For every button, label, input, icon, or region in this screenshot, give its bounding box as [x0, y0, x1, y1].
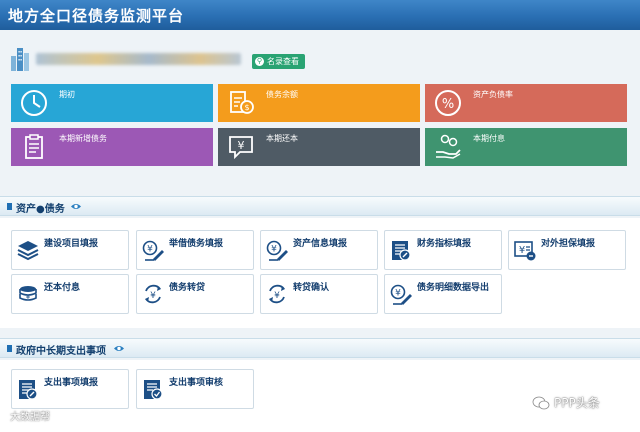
tile-label: 债务余额 — [266, 90, 298, 99]
chart-doc-icon — [392, 241, 411, 261]
watermark-right: PPP头条 — [532, 394, 600, 411]
coins-icon: ¥ — [19, 286, 37, 301]
svg-text:¥: ¥ — [274, 291, 280, 301]
yen-pen-icon: ¥ — [390, 284, 412, 305]
svg-text:¥: ¥ — [395, 289, 401, 299]
clipboard-icon — [25, 134, 43, 159]
tile-label: 本期新增债务 — [59, 134, 107, 143]
doc-check-icon — [144, 380, 163, 400]
card-borrowing-entry[interactable]: ¥ 举借债务填报 — [136, 230, 254, 270]
svg-text:¥: ¥ — [147, 245, 153, 255]
card-onlending-confirm[interactable]: ¥ 转贷确认 — [260, 274, 378, 314]
yen-chat-icon: ¥ — [229, 136, 253, 160]
list-view-label: 名录查看 — [267, 57, 299, 66]
watermark-left: 大数据帮 — [10, 412, 50, 423]
card-guarantee-entry[interactable]: ¥ 对外担保填报 — [508, 230, 626, 270]
tile-label: 本期还本 — [266, 134, 298, 143]
tile-opening[interactable]: 期初 — [11, 84, 213, 122]
tile-interest-paid[interactable]: 本期付息 — [425, 128, 627, 166]
card-label: 支出事项填报 — [44, 378, 99, 388]
section-marker — [7, 203, 12, 210]
svg-text:$: $ — [244, 103, 249, 112]
watermark-right-text: PPP头条 — [554, 396, 600, 410]
yen-pen-icon: ¥ — [266, 240, 288, 261]
clock-icon — [21, 90, 47, 116]
yen-cycle-icon: ¥ — [269, 284, 285, 304]
tile-principal-repaid[interactable]: ¥ 本期还本 — [218, 128, 420, 166]
svg-text:%: % — [442, 97, 454, 112]
card-label: 建设项目填报 — [44, 239, 99, 249]
layers-icon — [17, 241, 39, 261]
eye-icon[interactable] — [70, 202, 82, 211]
card-label: 举借债务填报 — [169, 239, 224, 249]
card-label: 财务指标填报 — [417, 239, 472, 249]
org-banner: ⚲ 名录查看 — [6, 40, 634, 76]
eye-icon[interactable] — [113, 344, 125, 353]
yen-bill-icon: ¥ — [514, 241, 536, 261]
tile-label: 本期付息 — [473, 134, 505, 143]
svg-text:¥: ¥ — [271, 245, 277, 255]
card-label: 支出事项审核 — [169, 378, 224, 388]
card-label: 债务转贷 — [169, 283, 206, 293]
section-header-gov-expenditure: 政府中长期支出事项 — [0, 338, 640, 358]
document-coin-icon: $ — [230, 91, 254, 114]
tile-debt-ratio[interactable]: % 资产负债率 — [425, 84, 627, 122]
card-label: 转贷确认 — [293, 283, 330, 293]
svg-text:¥: ¥ — [150, 291, 156, 301]
card-project-entry[interactable]: 建设项目填报 — [11, 230, 129, 270]
card-finance-index-entry[interactable]: 财务指标填报 — [384, 230, 502, 270]
card-expenditure-entry[interactable]: 支出事项填报 — [11, 369, 129, 409]
card-repayment[interactable]: ¥ 还本付息 — [11, 274, 129, 314]
app-title: 地方全口径债务监测平台 — [8, 7, 185, 25]
section-title: 政府中长期支出事项 — [16, 346, 106, 357]
building-icon — [11, 48, 29, 71]
card-label: 还本付息 — [44, 283, 81, 293]
tile-new-debt[interactable]: 本期新增债务 — [11, 128, 213, 166]
list-view-button[interactable]: ⚲ 名录查看 — [252, 54, 305, 69]
card-label: 对外担保填报 — [541, 239, 596, 249]
section-marker — [7, 345, 12, 352]
section-header-assets-debt: 资产●债务 — [0, 196, 640, 216]
org-name-redacted — [36, 53, 241, 65]
assets-debt-panel: 建设项目填报 ¥ 举借债务填报 ¥ 资产信息填报 财务指标填报 ¥ 对外担保填报… — [0, 218, 640, 328]
yen-pen-icon: ¥ — [142, 240, 164, 261]
card-label: 资产信息填报 — [293, 239, 348, 249]
card-asset-entry[interactable]: ¥ 资产信息填报 — [260, 230, 378, 270]
tile-label: 资产负债率 — [473, 90, 513, 99]
chart-doc-icon — [19, 380, 38, 400]
card-expenditure-review[interactable]: 支出事项审核 — [136, 369, 254, 409]
svg-text:¥: ¥ — [519, 245, 525, 256]
card-debt-onlending[interactable]: ¥ 债务转贷 — [136, 274, 254, 314]
hand-coins-icon — [436, 134, 461, 159]
section-title: 资产●债务 — [16, 204, 65, 215]
tile-label: 期初 — [59, 90, 75, 99]
search-icon: ⚲ — [255, 57, 264, 66]
header-bar: 地方全口径债务监测平台 — [0, 0, 640, 30]
percent-icon: % — [435, 90, 461, 116]
svg-text:¥: ¥ — [238, 139, 245, 152]
card-debt-export[interactable]: ¥ 债务明细数据导出 — [384, 274, 502, 314]
yen-cycle-icon: ¥ — [145, 284, 161, 304]
tile-debt-balance[interactable]: $ 债务余额 — [218, 84, 420, 122]
wechat-icon — [532, 396, 550, 409]
svg-text:¥: ¥ — [26, 293, 31, 301]
card-label: 债务明细数据导出 — [417, 283, 490, 293]
